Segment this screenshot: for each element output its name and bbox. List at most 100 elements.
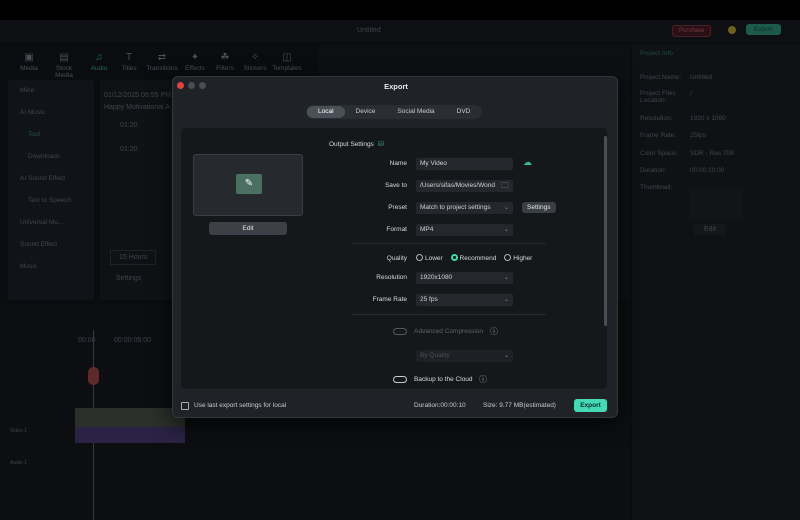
sidebar-item-ai-sound-effect[interactable]: AI Sound Effect [8,168,94,190]
preset-select[interactable]: Match to project settings ⌄ [416,202,513,214]
settings-scrollbar[interactable] [604,136,607,326]
sidebar-item-music[interactable]: Music [8,256,94,278]
export-thumbnail: ✎ [193,154,303,216]
chevron-down-icon: ⌄ [503,227,509,233]
export-button[interactable]: Export [574,399,607,412]
save-path-input[interactable]: /Users/sifas/Movies/Wond 🗀 [416,180,513,192]
info-label: Project Files Location: [640,90,676,104]
tool-filters[interactable]: ☘ Filters [208,52,242,72]
music-icon: ♫ [95,52,103,63]
cloud-upload-icon[interactable]: ☁ [523,157,532,168]
audio-clip[interactable]: 01:20 [120,122,138,129]
name-input[interactable]: My Video [416,158,513,170]
tool-titles[interactable]: T Titles [112,52,146,72]
sidebar-item-sound-effect[interactable]: Sound Effect [8,234,94,256]
divider [351,314,546,315]
radio-label: Lower [425,255,443,262]
tool-label: Stock Media [55,65,73,79]
tool-audio[interactable]: ♫ Audio [82,52,116,72]
compression-mode-select: By Quality ⌄ [416,350,513,362]
last-settings-label: Use last export settings for local [194,402,287,409]
output-settings-heading: Output Settings [329,141,374,148]
radio-label: Recommend [459,255,497,262]
tab-dvd[interactable]: DVD [446,106,482,118]
top-bar [0,0,800,20]
last-settings-checkbox[interactable] [181,402,189,410]
export-settings-area: ✎ Edit Output Settings ⛁ Name My Video ☁… [181,128,607,389]
info-icon[interactable]: ⓘ [490,326,498,337]
sidebar-item-downloads[interactable]: Downloads [8,146,94,168]
format-label: Format [386,226,407,233]
tool-templates[interactable]: ◫ Templates [270,52,304,72]
resolution-select[interactable]: 1920x1080 ⌄ [416,272,513,284]
edit-thumbnail-button[interactable]: Edit [209,222,287,235]
settings-button[interactable]: Settings [110,272,147,285]
tab-device[interactable]: Device [345,106,387,118]
audio-sidebar: Mine AI Music Tool Downloads AI Sound Ef… [8,80,94,300]
sidebar-item-text-to-speech[interactable]: Text to Speech [8,190,94,212]
track-label: Audio 1 [10,460,27,466]
size-text: Size: 9.77 MB(estimated) [483,402,556,409]
save-to-label: Save to [384,182,407,189]
tool-stock-media[interactable]: ▤ Stock Media [47,52,81,79]
top-export-button[interactable]: Export [746,24,781,35]
backup-cloud-toggle[interactable] [393,376,407,383]
info-label: Project Name: [640,74,682,81]
quality-higher[interactable]: Higher [504,254,533,262]
resolution-label: Resolution [376,274,407,281]
advanced-compression-toggle[interactable] [393,328,407,335]
tool-transitions[interactable]: ⇄ Transitions [145,52,179,72]
purchase-button[interactable]: Purchase [672,25,712,37]
dialog-footer: Use last export settings for local Durat… [173,395,619,417]
help-icon[interactable]: ⓘ [479,374,487,385]
filters-icon: ☘ [220,52,230,63]
info-value: Untitled [690,74,713,81]
preset-value: Match to project settings [420,204,491,211]
preset-label: Preset [388,204,407,211]
tab-local[interactable]: Local [307,106,345,118]
tool-media[interactable]: ▣ Media [12,52,46,72]
backup-cloud-label: Backup to the Cloud [414,376,473,383]
sidebar-item-universal-music[interactable]: Universal Mu... [8,212,94,234]
pencil-icon: ✎ [236,174,262,194]
avatar[interactable] [728,26,736,34]
media-icon: ▣ [24,52,34,63]
project-title: Untitled [357,27,381,34]
tab-social-media[interactable]: Social Media [386,106,445,118]
info-value: 1920 x 1080 [690,115,726,122]
compression-mode-value: By Quality [420,352,450,359]
format-select[interactable]: MP4 ⌄ [416,224,513,236]
tab-project-info[interactable]: Project Info [640,50,673,57]
templates-icon: ◫ [282,52,292,63]
effects-icon: ✦ [190,52,200,63]
preset-settings-button[interactable]: Settings [522,202,556,213]
quality-recommend[interactable]: Recommend [450,254,497,262]
quality-lower[interactable]: Lower [416,254,443,262]
duration-text: Duration:00:00:10 [414,402,466,409]
frame-rate-select[interactable]: 25 fps ⌄ [416,294,513,306]
tool-label: Media [20,65,38,72]
info-value: SDR - Rec.709 [690,150,734,157]
tool-label: Templates [272,65,302,72]
radio-icon [504,254,512,261]
playhead-handle[interactable] [88,367,99,385]
filter-button[interactable]: 15 Hours [110,250,157,265]
tool-effects[interactable]: ✦ Effects [178,52,212,72]
title-bar: Untitled Purchase Export [0,20,800,42]
info-value: 25fps [690,132,706,139]
sidebar-item-tool[interactable]: Tool [8,124,94,146]
thumbnail-preview [690,189,742,219]
radio-icon [416,254,423,261]
info-label: Resolution: [640,115,673,122]
tool-label: Effects [185,65,205,72]
video-clip[interactable] [75,408,185,443]
thumbnail-edit-button[interactable]: Edit [694,224,727,235]
folder-icon[interactable]: 🗀 [499,180,509,192]
sidebar-item-mine[interactable]: Mine [8,80,94,102]
chevron-down-icon: ⌄ [503,297,509,303]
tool-stickers[interactable]: ✧ Stickers [238,52,272,72]
chevron-down-icon: ⌄ [503,275,509,281]
audio-clip[interactable]: 01:20 [120,146,138,153]
radio-label: Higher [513,255,533,262]
sidebar-item-ai-music[interactable]: AI Music [8,102,94,124]
